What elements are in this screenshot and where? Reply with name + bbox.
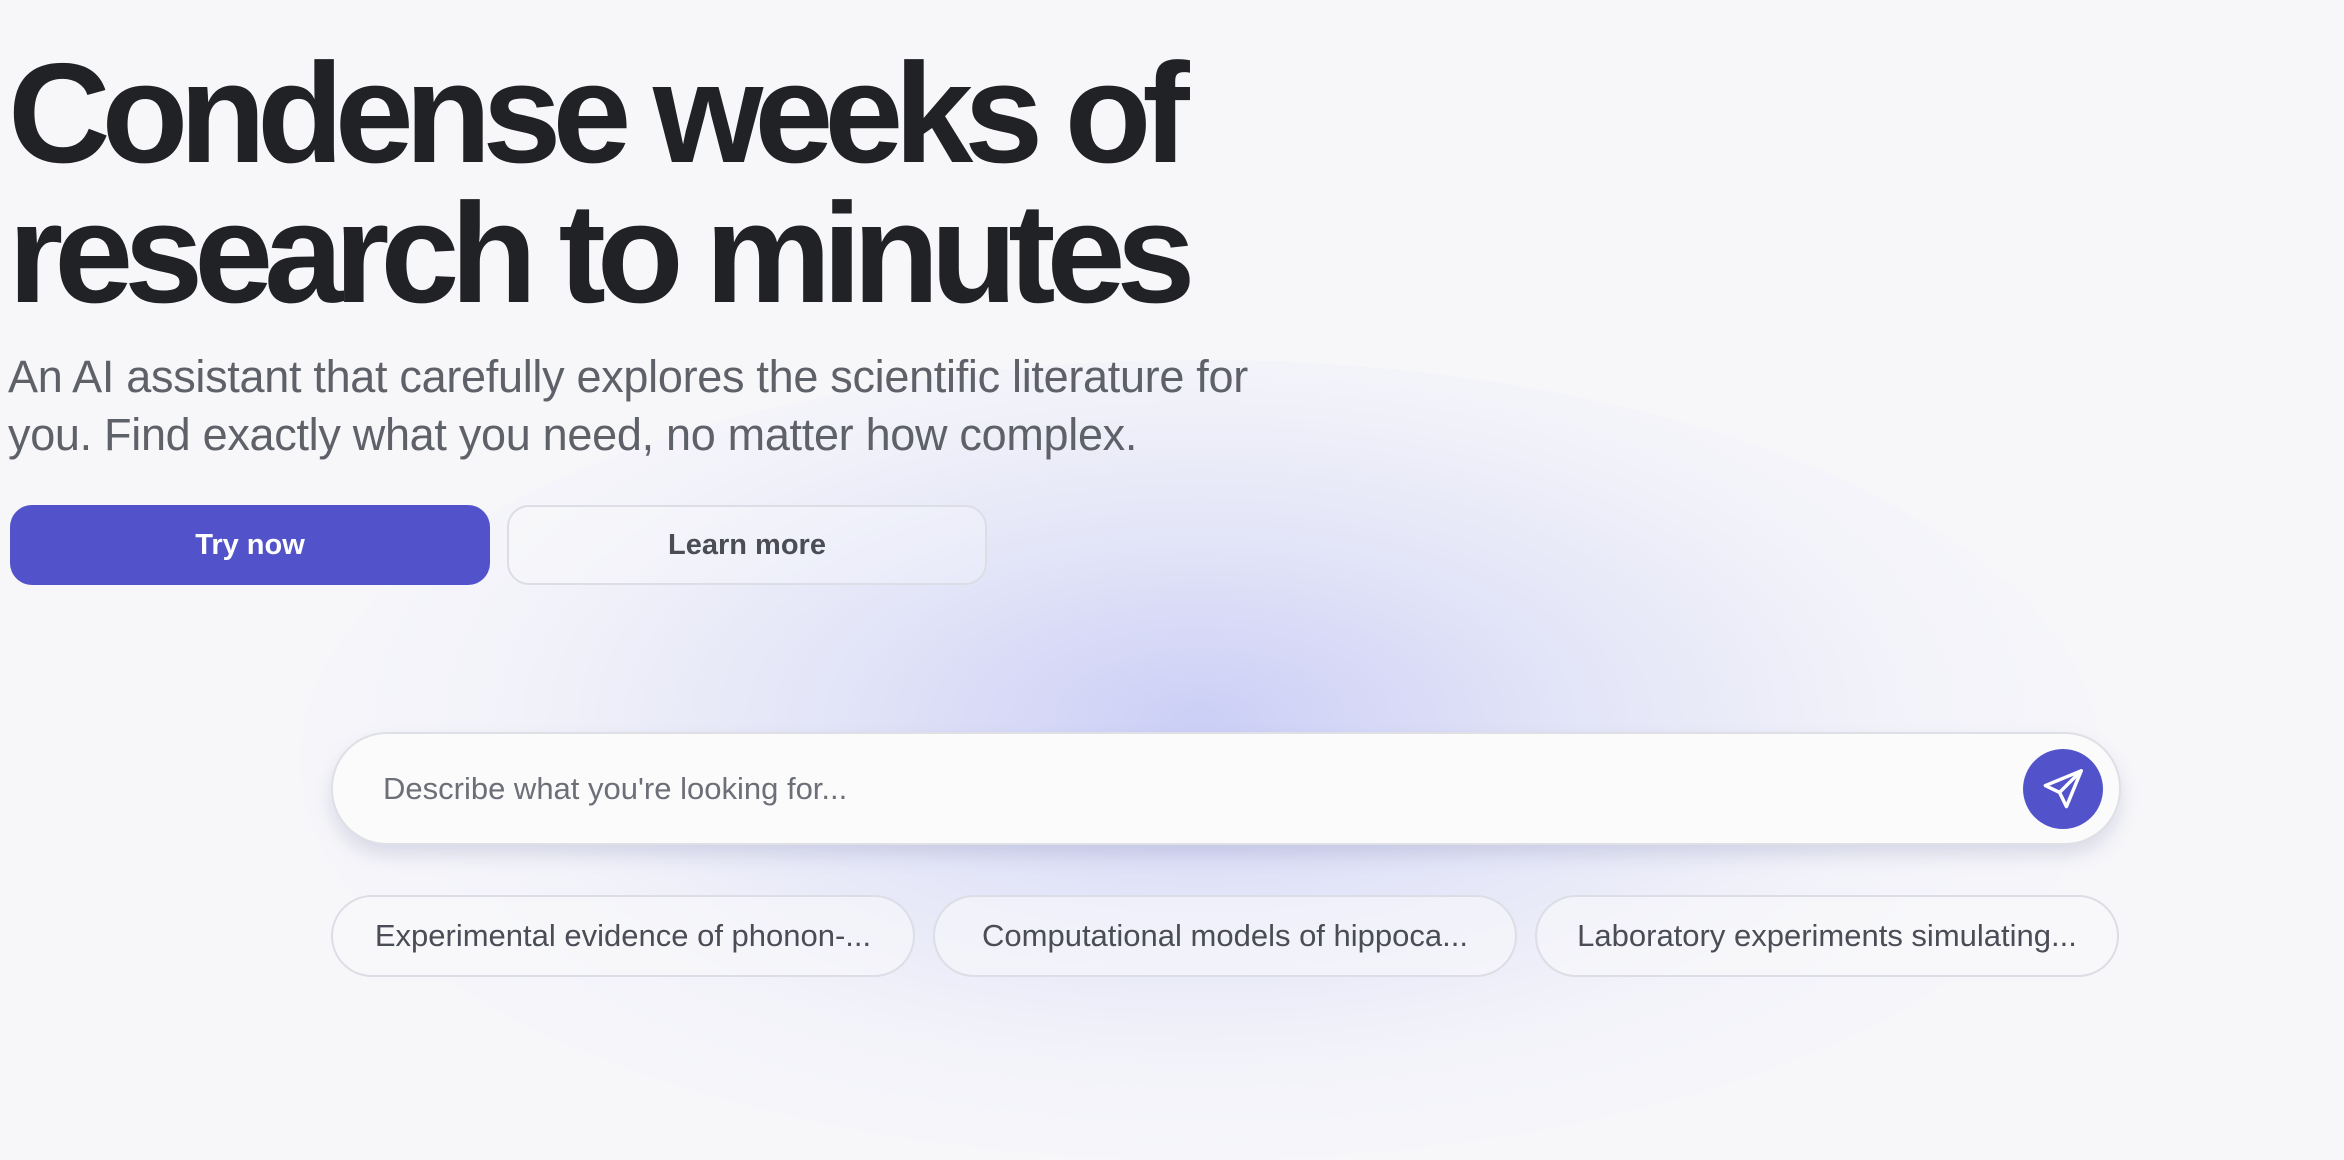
suggestion-chip-hippocampus[interactable]: Computational models of hippoca... (933, 895, 1517, 977)
send-button[interactable] (2023, 748, 2103, 829)
paper-plane-icon (2043, 768, 2083, 808)
headline-line-2: research to minutes (8, 174, 1195, 333)
page-title: Condense weeks of research to minutes (8, 43, 1408, 325)
suggestion-chips: Experimental evidence of phonon-... Comp… (331, 895, 2119, 977)
suggestion-chip-phonon[interactable]: Experimental evidence of phonon-... (331, 895, 915, 977)
suggestion-chip-laboratory[interactable]: Laboratory experiments simulating... (1535, 895, 2119, 977)
learn-more-button[interactable]: Learn more (507, 505, 987, 585)
search-bar (331, 732, 2121, 845)
subhead-line-1: An AI assistant that carefully explores … (8, 351, 1248, 402)
try-now-button[interactable]: Try now (10, 505, 490, 585)
cta-row: Try now Learn more (10, 505, 987, 585)
hero-subheading: An AI assistant that carefully explores … (8, 348, 1348, 464)
subhead-line-2: you. Find exactly what you need, no matt… (8, 409, 1138, 460)
search-input[interactable] (381, 769, 2023, 808)
hero-section: Condense weeks of research to minutes An… (8, 43, 1408, 464)
headline-line-1: Condense weeks of (8, 34, 1190, 193)
